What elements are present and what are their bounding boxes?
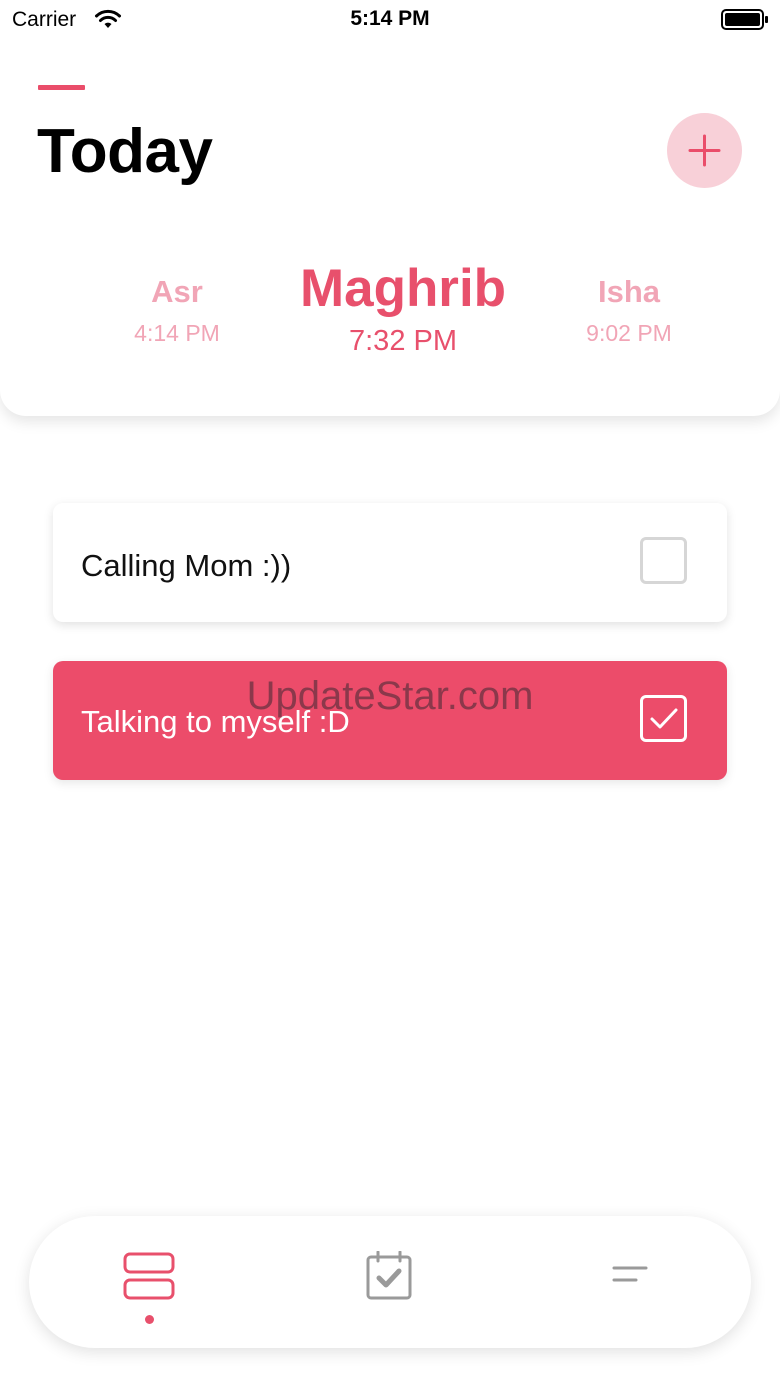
prayer-previous[interactable]: | xyxy=(0,294,10,322)
status-time: 5:14 PM xyxy=(350,7,430,30)
calendar-check-icon xyxy=(366,1251,412,1300)
nav-item-list[interactable] xyxy=(89,1216,209,1348)
list-icon xyxy=(123,1252,175,1300)
prayer-current[interactable]: Maghrib 7:32 PM xyxy=(253,258,553,358)
prayer-isha-name: Isha xyxy=(597,274,661,309)
add-task-button[interactable] xyxy=(667,113,742,188)
status-bar: Carrier 5:14 PM xyxy=(0,0,780,40)
task-label: Talking to myself :D xyxy=(81,704,350,739)
nav-item-menu[interactable] xyxy=(570,1216,690,1348)
task-checkbox[interactable] xyxy=(640,537,687,584)
screen: Today | Asr 4:14 PM Maghrib 7:32 PM Isha… xyxy=(0,0,780,1387)
task-card[interactable]: Talking to myself :D xyxy=(53,661,727,780)
battery-icon xyxy=(721,9,768,30)
active-indicator-dot xyxy=(145,1315,154,1324)
prayer-asr[interactable]: Asr 4:14 PM xyxy=(97,274,257,347)
task-label: Calling Mom :)) xyxy=(81,548,292,583)
page-title: Today xyxy=(37,117,213,186)
prayer-isha[interactable]: Isha 9:02 PM xyxy=(549,274,709,347)
bottom-nav xyxy=(29,1216,751,1348)
task-card[interactable]: Calling Mom :)) xyxy=(53,503,727,622)
prayer-carousel[interactable]: | Asr 4:14 PM Maghrib 7:32 PM Isha 9:02 … xyxy=(0,240,780,380)
prayer-asr-time: 4:14 PM xyxy=(134,320,220,346)
nav-item-calendar[interactable] xyxy=(329,1216,449,1348)
prayer-current-time: 7:32 PM xyxy=(349,325,457,357)
checkmark-icon xyxy=(650,708,678,729)
prayer-previous-name: | xyxy=(0,294,10,322)
menu-icon xyxy=(612,1266,648,1282)
prayer-isha-time: 9:02 PM xyxy=(586,320,672,346)
title-accent-bar xyxy=(38,85,85,90)
prayer-asr-name: Asr xyxy=(151,274,203,309)
prayer-current-name: Maghrib xyxy=(299,259,507,318)
header-card: Today | Asr 4:14 PM Maghrib 7:32 PM Isha… xyxy=(0,0,780,416)
task-checkbox[interactable] xyxy=(640,695,687,742)
plus-icon xyxy=(688,134,721,167)
